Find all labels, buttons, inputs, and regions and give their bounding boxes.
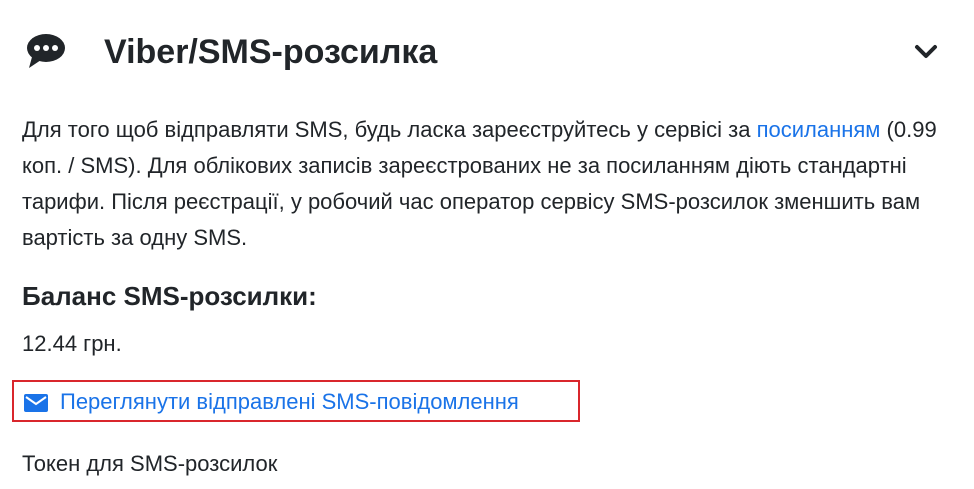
- panel-title: Viber/SMS-розсилка: [104, 33, 438, 71]
- sms-settings-panel: Viber/SMS-розсилка Для того щоб відправл…: [0, 0, 974, 489]
- registration-description: Для того щоб відправляти SMS, будь ласка…: [22, 112, 952, 256]
- view-sent-sms-label: Переглянути відправлені SMS-повідомлення: [60, 389, 519, 414]
- sms-token-label: Токен для SMS-розсилок: [22, 451, 278, 476]
- chevron-down-icon[interactable]: [912, 40, 940, 64]
- view-sent-sms-link[interactable]: Переглянути відправлені SMS-повідомлення: [12, 380, 580, 422]
- balance-value: 12.44 грн.: [22, 331, 122, 356]
- description-text-start: Для того щоб відправляти SMS, будь ласка…: [22, 117, 757, 142]
- chat-bubble-icon: [26, 33, 66, 69]
- registration-link[interactable]: посиланням: [757, 117, 881, 142]
- envelope-icon: [24, 394, 48, 412]
- panel-header[interactable]: Viber/SMS-розсилка: [0, 0, 974, 100]
- balance-heading: Баланс SMS-розсилки:: [22, 281, 317, 311]
